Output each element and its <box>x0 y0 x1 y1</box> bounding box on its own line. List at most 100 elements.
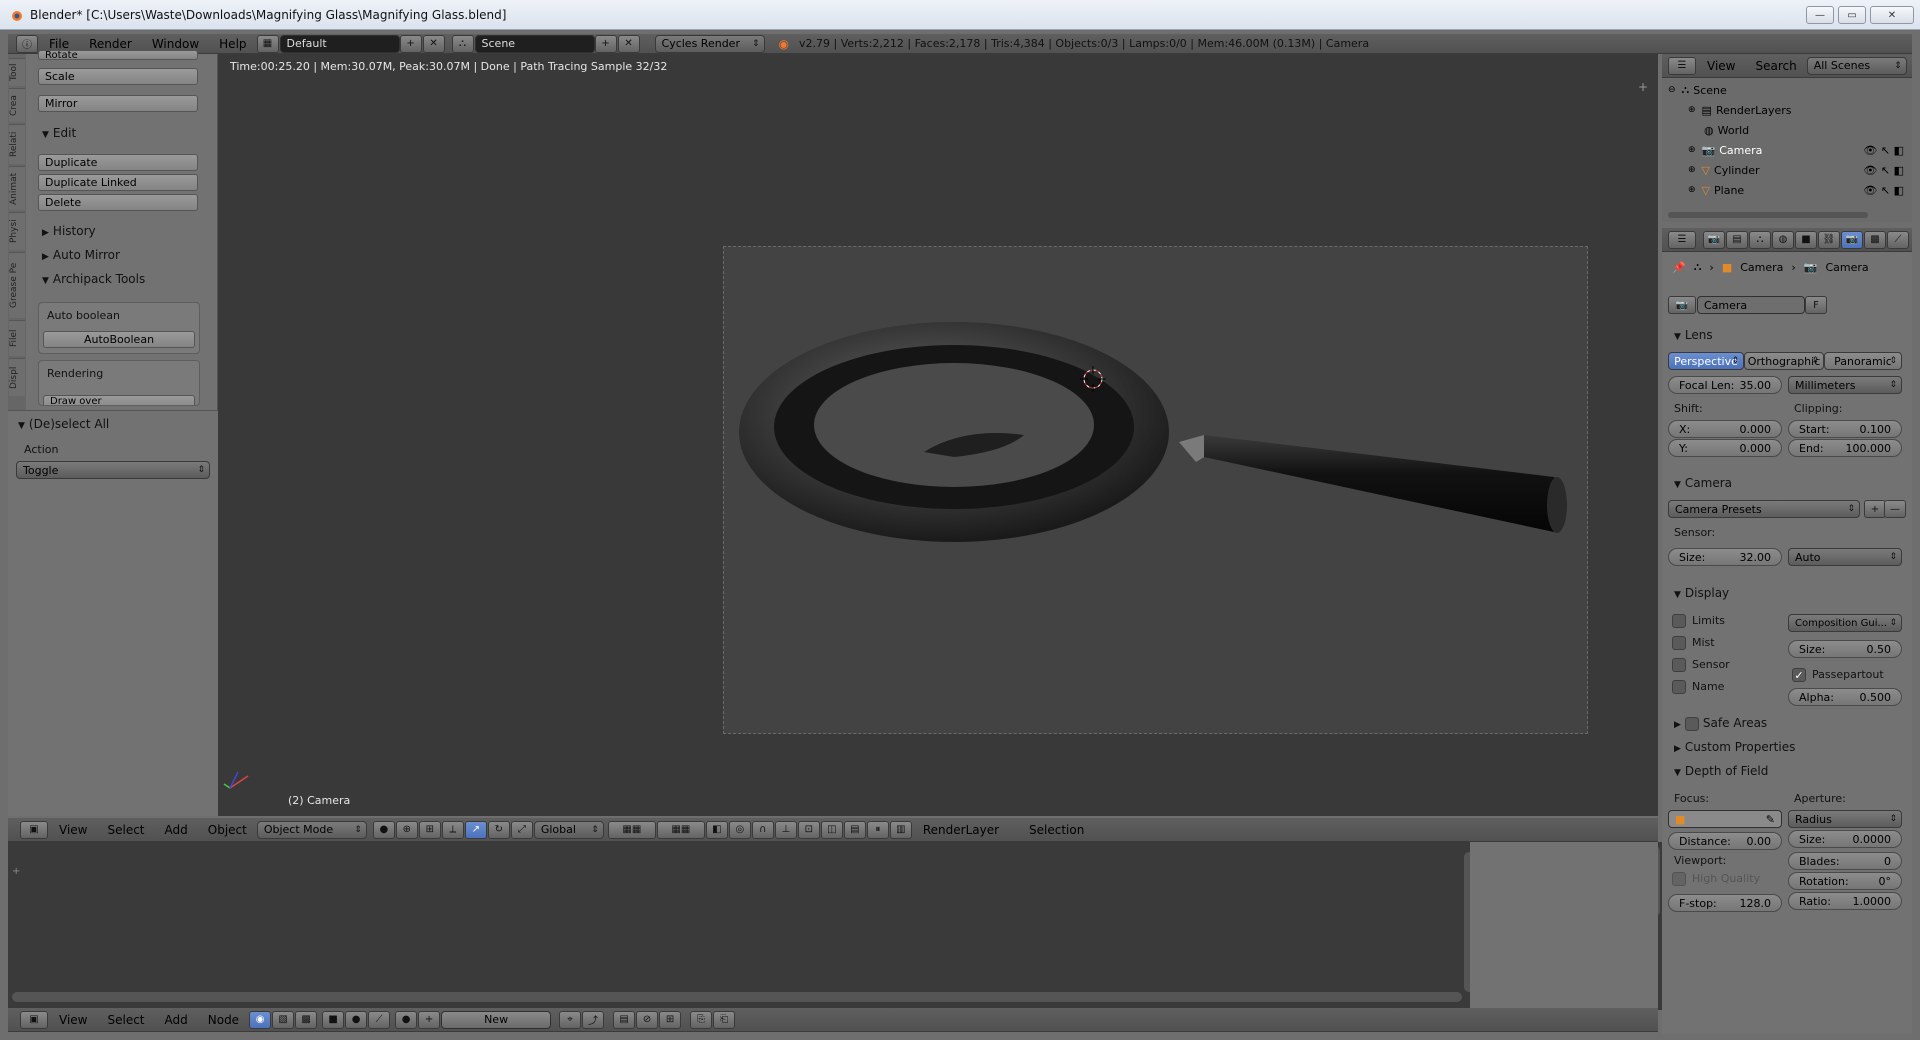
menu-window[interactable]: Window <box>142 37 209 51</box>
new-plus-icon[interactable]: + <box>418 1010 441 1029</box>
copy-icon[interactable]: ⎘ <box>690 1010 713 1029</box>
mist-checkbox[interactable] <box>1672 636 1686 650</box>
snap-element-icon[interactable]: ⊥ <box>774 820 797 839</box>
expand-icon[interactable]: ⊕ <box>1688 145 1696 155</box>
new-material-button[interactable]: New <box>441 1010 552 1029</box>
backdrop-icon[interactable]: ▤ <box>613 1010 636 1029</box>
clip-start-field[interactable]: Start: 0.100 <box>1788 420 1902 438</box>
outliner-editor-icon[interactable]: ☰ <box>1668 56 1696 75</box>
menu-select[interactable]: Select <box>97 823 154 837</box>
fake-user-button[interactable]: F <box>1805 296 1827 314</box>
pin-icon[interactable]: ⌖ <box>559 1010 582 1029</box>
pause-icon[interactable]: ⏸ <box>866 820 889 839</box>
close-button[interactable]: ✕ <box>1870 6 1914 24</box>
perspective-button[interactable]: Perspective <box>1668 352 1744 370</box>
viewport-corner-plus-icon[interactable]: + <box>1638 80 1648 94</box>
edit-panel-header[interactable]: ▼ Edit <box>42 126 76 140</box>
object-tab-icon[interactable]: ■ <box>1795 230 1817 249</box>
eyedropper-icon[interactable]: ✎ <box>1766 813 1775 826</box>
tab-grease-pencil[interactable]: Grease Pe <box>9 252 25 318</box>
focus-distance-field[interactable]: Distance: 0.00 <box>1668 832 1782 850</box>
aperture-size-field[interactable]: Size: 0.0000 <box>1788 830 1902 848</box>
menu-add[interactable]: Add <box>155 823 198 837</box>
tab-physics[interactable]: Physi <box>9 212 25 250</box>
layers-icon[interactable]: ▦▦ <box>607 820 656 839</box>
expand-icon[interactable]: ⊕ <box>1688 165 1696 175</box>
camera-presets-dropdown[interactable]: Camera Presets <box>1668 500 1860 518</box>
menu-object[interactable]: Object <box>198 823 257 837</box>
auto-offset-icon[interactable]: ⊘ <box>636 1010 659 1029</box>
rotate-button[interactable]: Rotate <box>38 50 198 60</box>
outliner-row-renderlayers[interactable]: ⊕ ▤ RenderLayers <box>1662 100 1912 120</box>
expand-icon[interactable]: ⊕ <box>1688 105 1696 115</box>
duplicate-button[interactable]: Duplicate <box>38 154 198 171</box>
outliner-view-menu[interactable]: View <box>1697 59 1745 73</box>
lock-icon[interactable]: ◧ <box>705 820 728 839</box>
scene-tab-icon[interactable]: ⛬ <box>1749 230 1771 249</box>
editor-type-icon[interactable]: ▣ <box>20 1010 48 1029</box>
outliner-row-scene[interactable]: ⊖ ⛬ Scene <box>1662 80 1912 100</box>
fstop-field[interactable]: F-stop: 128.0 <box>1668 894 1782 912</box>
world-tab-icon[interactable]: ◍ <box>1772 230 1794 249</box>
duplicate-linked-button[interactable]: Duplicate Linked <box>38 174 198 191</box>
sensor-checkbox[interactable] <box>1672 658 1686 672</box>
outliner-row-world[interactable]: ◍ World <box>1662 120 1912 140</box>
outliner-search-menu[interactable]: Search <box>1745 59 1806 73</box>
3d-viewport[interactable]: Time:00:25.20 | Mem:30.07M, Peak:30.07M … <box>218 54 1658 816</box>
camera-datablock-icon[interactable]: 📷 <box>1668 296 1696 314</box>
menu-help[interactable]: Help <box>209 37 256 51</box>
draw-over-button[interactable]: Draw over <box>43 395 195 405</box>
orientation-dropdown[interactable]: Global <box>533 820 604 839</box>
layout-field[interactable]: Default <box>279 34 400 53</box>
outliner-row-camera[interactable]: ⊕ 📷 Camera 👁 ↖ ◧ <box>1662 140 1912 160</box>
tab-animation[interactable]: Animat <box>9 166 25 210</box>
node-plus-icon[interactable]: + <box>12 866 20 877</box>
history-panel-header[interactable]: ▶ History <box>42 224 96 238</box>
info-editor-icon[interactable]: ⓘ <box>16 34 38 53</box>
limits-checkbox[interactable] <box>1672 614 1686 628</box>
archipack-panel-header[interactable]: ▼ Archipack Tools <box>42 272 145 286</box>
visibility-icons[interactable]: 👁 ↖ ◧ <box>1863 144 1904 157</box>
add-scene-icon[interactable]: + <box>594 34 617 53</box>
camera-panel-header[interactable]: ▼ Camera <box>1674 476 1732 490</box>
snap-node-icon[interactable]: ⊞ <box>659 1010 682 1029</box>
object-shader-icon[interactable]: ■ <box>322 1010 345 1029</box>
pin-icon[interactable]: 📌 <box>1672 261 1686 274</box>
panoramic-button[interactable]: Panoramic <box>1824 352 1902 370</box>
tab-display[interactable]: Displ <box>9 358 25 396</box>
name-checkbox[interactable] <box>1672 680 1686 694</box>
menu-node[interactable]: Node <box>198 1013 249 1027</box>
collapse-icon[interactable]: ⊖ <box>1668 85 1676 95</box>
visibility-icons[interactable]: 👁 ↖ ◧ <box>1863 164 1904 177</box>
remove-preset-icon[interactable]: — <box>1884 500 1906 518</box>
render-layer-icon[interactable]: ▥ <box>889 820 912 839</box>
properties-editor-icon[interactable]: ☰ <box>1668 230 1696 249</box>
add-layout-icon[interactable]: + <box>399 34 422 53</box>
alpha-field[interactable]: Alpha: 0.500 <box>1788 688 1902 706</box>
display-panel-header[interactable]: ▼ Display <box>1674 586 1729 600</box>
lens-unit-dropdown[interactable]: Millimeters <box>1788 376 1902 394</box>
texture-nodes-icon[interactable]: ▩ <box>295 1010 318 1029</box>
auto-mirror-panel-header[interactable]: ▶ Auto Mirror <box>42 248 120 262</box>
tab-files[interactable]: Filel <box>9 320 25 356</box>
safe-areas-checkbox[interactable] <box>1684 716 1699 731</box>
camera-data-tab-icon[interactable]: 📷 <box>1841 230 1863 249</box>
outliner-filter-dropdown[interactable]: All Scenes <box>1806 56 1907 75</box>
mirror-button[interactable]: Mirror <box>38 95 198 112</box>
expand-icon[interactable]: ⊕ <box>1688 185 1696 195</box>
render-preview-icon[interactable]: ◫ <box>820 820 843 839</box>
node-editor[interactable]: + <box>8 842 1662 1010</box>
editor-type-icon[interactable]: ▣ <box>20 820 48 839</box>
datablock-name-field[interactable]: Camera <box>1697 296 1805 314</box>
pivot-icon[interactable]: ⊕ <box>395 820 418 839</box>
snap-icon[interactable]: ⊞ <box>418 820 441 839</box>
snap-target-icon[interactable]: ⊡ <box>797 820 820 839</box>
scale-icon[interactable]: ⤢ <box>510 820 533 839</box>
constraints-tab-icon[interactable]: ⛓ <box>1818 230 1840 249</box>
dof-panel-header[interactable]: ▼ Depth of Field <box>1674 764 1768 778</box>
material-icon[interactable]: ● <box>395 1010 418 1029</box>
proportional-falloff-icon[interactable]: ∩ <box>751 820 774 839</box>
translate-icon[interactable]: ↗ <box>464 820 487 839</box>
world-shader-icon[interactable]: ● <box>345 1010 368 1029</box>
parent-icon[interactable]: ⤴ <box>582 1010 605 1029</box>
